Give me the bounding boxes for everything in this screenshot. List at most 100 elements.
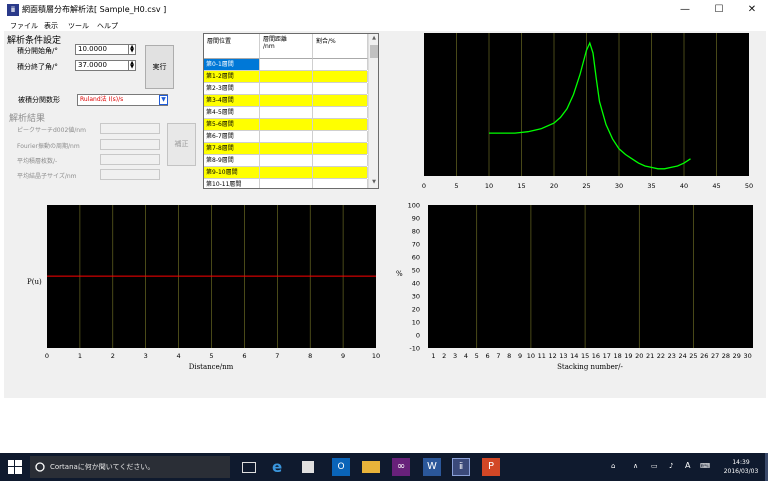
pu-x-tick-label: 6 [242, 352, 246, 360]
people-icon[interactable]: ⌂ [611, 462, 615, 470]
start-angle-input[interactable]: 10.0000 [75, 44, 136, 55]
row-position-cell[interactable]: 第4-5層間 [204, 107, 260, 118]
row-position-cell[interactable]: 第6-7層間 [204, 131, 260, 142]
row-distance-cell[interactable] [260, 143, 313, 154]
end-angle-spinner[interactable]: ▲ ▼ [128, 60, 136, 71]
row-ratio-cell[interactable] [313, 179, 368, 188]
stacking-x-tick-label: 19 [624, 352, 632, 360]
row-position-cell[interactable]: 第7-8層間 [204, 143, 260, 154]
row-position-cell[interactable]: 第3-4層間 [204, 95, 260, 106]
clock[interactable]: 14:39 2016/03/03 [718, 458, 764, 476]
menu-file[interactable]: ファイル [10, 21, 38, 31]
chevron-up-icon[interactable]: ∧ [633, 462, 638, 470]
pu-x-tick-label: 4 [177, 352, 181, 360]
clock-date: 2016/03/03 [723, 468, 759, 475]
row-distance-cell[interactable] [260, 167, 313, 178]
network-icon[interactable]: ▭ [651, 462, 658, 470]
row-ratio-cell[interactable] [313, 71, 368, 82]
table-scrollbar[interactable]: ▲ ▼ [368, 34, 378, 188]
start-angle-spinner[interactable]: ▲ ▼ [128, 44, 136, 55]
column-header-position[interactable]: 層間位置 [204, 34, 260, 59]
row-ratio-cell[interactable] [313, 119, 368, 130]
taskbar: Cortanaに何か聞いてください。 e O ∞ W ⅱ P ⌂ ∧ ▭ ♪ A… [0, 453, 768, 481]
function-select[interactable]: Ruland法 I(s)/s [77, 94, 168, 106]
row-distance-cell[interactable] [260, 83, 313, 94]
row-ratio-cell[interactable] [313, 83, 368, 94]
row-ratio-cell[interactable] [313, 95, 368, 106]
row-position-cell[interactable]: 第10-11層間 [204, 179, 260, 188]
row-position-cell[interactable]: 第0-1層間 [204, 59, 260, 70]
interlayer-table[interactable]: 層間位置 層間距離 /nm 割合/% 第0-1層間 第1-2層間 第2-3層間 第3-… [203, 33, 379, 189]
cortana-search-box[interactable]: Cortanaに何か聞いてください。 [30, 456, 230, 478]
row-distance-cell[interactable] [260, 95, 313, 106]
active-app-icon[interactable]: ⅱ [452, 458, 470, 476]
row-position-cell[interactable]: 第8-9層間 [204, 155, 260, 166]
table-row[interactable]: 第10-11層間 [204, 179, 368, 188]
task-view-icon[interactable] [242, 462, 256, 473]
powerpoint-icon[interactable]: P [482, 458, 500, 476]
row-distance-cell[interactable] [260, 107, 313, 118]
word-icon[interactable]: W [423, 458, 441, 476]
table-row[interactable]: 第2-3層間 [204, 83, 368, 95]
explorer-icon[interactable] [362, 461, 380, 473]
row-position-cell[interactable]: 第2-3層間 [204, 83, 260, 94]
scroll-thumb[interactable] [370, 45, 378, 58]
xrd-x-tick-label: 45 [712, 182, 720, 190]
table-row[interactable]: 第7-8層間 [204, 143, 368, 155]
row-position-cell[interactable]: 第9-10層間 [204, 167, 260, 178]
row-distance-cell[interactable] [260, 119, 313, 130]
end-angle-input[interactable]: 37.0000 [75, 60, 136, 71]
chevron-down-icon[interactable]: ▼ [159, 95, 168, 105]
menu-help[interactable]: ヘルプ [97, 21, 118, 31]
table-row[interactable]: 第9-10層間 [204, 167, 368, 179]
percent-axis-label: % [396, 270, 403, 278]
windows-start-icon[interactable] [8, 460, 22, 474]
table-row[interactable]: 第0-1層間 [204, 59, 368, 71]
table-row[interactable]: 第3-4層間 [204, 95, 368, 107]
column-header-ratio[interactable]: 割合/% [313, 34, 368, 59]
row-position-cell[interactable]: 第1-2層間 [204, 71, 260, 82]
table-row[interactable]: 第8-9層間 [204, 155, 368, 167]
row-ratio-cell[interactable] [313, 107, 368, 118]
visual-studio-icon[interactable]: ∞ [392, 458, 410, 476]
ime-indicator[interactable]: A [685, 461, 690, 470]
edge-icon[interactable]: e [272, 458, 290, 476]
stacking-x-tick-label: 30 [743, 352, 751, 360]
row-distance-cell[interactable] [260, 131, 313, 142]
table-row[interactable]: 第4-5層間 [204, 107, 368, 119]
stacking-y-tick-label: 40 [412, 280, 420, 288]
table-row[interactable]: 第1-2層間 [204, 71, 368, 83]
row-ratio-cell[interactable] [313, 59, 368, 70]
store-icon[interactable] [302, 461, 314, 473]
cortana-icon [35, 462, 45, 472]
row-distance-cell[interactable] [260, 155, 313, 166]
table-row[interactable]: 第6-7層間 [204, 131, 368, 143]
minimize-button[interactable]: — [668, 0, 702, 20]
row-ratio-cell[interactable] [313, 167, 368, 178]
stacking-x-tick-label: 18 [613, 352, 621, 360]
correct-button[interactable]: 補正 [167, 123, 196, 166]
row-position-cell[interactable]: 第5-6層間 [204, 119, 260, 130]
row-distance-cell[interactable] [260, 59, 313, 70]
close-button[interactable]: ✕ [735, 0, 768, 20]
outlook-icon[interactable]: O [332, 458, 350, 476]
menu-view[interactable]: 表示 [44, 21, 58, 31]
row-distance-cell[interactable] [260, 71, 313, 82]
row-ratio-cell[interactable] [313, 155, 368, 166]
row-ratio-cell[interactable] [313, 143, 368, 154]
maximize-button[interactable]: ☐ [702, 0, 736, 20]
column-header-distance[interactable]: 層間距離 /nm [260, 34, 313, 59]
row-ratio-cell[interactable] [313, 131, 368, 142]
table-row[interactable]: 第5-6層間 [204, 119, 368, 131]
row-distance-cell[interactable] [260, 179, 313, 188]
stacking-x-tick-label: 4 [464, 352, 468, 360]
stacking-x-tick-label: 6 [486, 352, 490, 360]
volume-icon[interactable]: ♪ [669, 462, 673, 470]
keyboard-icon[interactable]: ⌨ [700, 462, 710, 470]
run-button[interactable]: 実行 [145, 45, 174, 89]
stacking-y-tick-label: 0 [416, 332, 420, 340]
scroll-down-icon[interactable]: ▼ [370, 179, 378, 187]
scroll-up-icon[interactable]: ▲ [370, 35, 378, 43]
menu-tools[interactable]: ツール [68, 21, 89, 31]
stacking-x-tick-label: 26 [700, 352, 708, 360]
